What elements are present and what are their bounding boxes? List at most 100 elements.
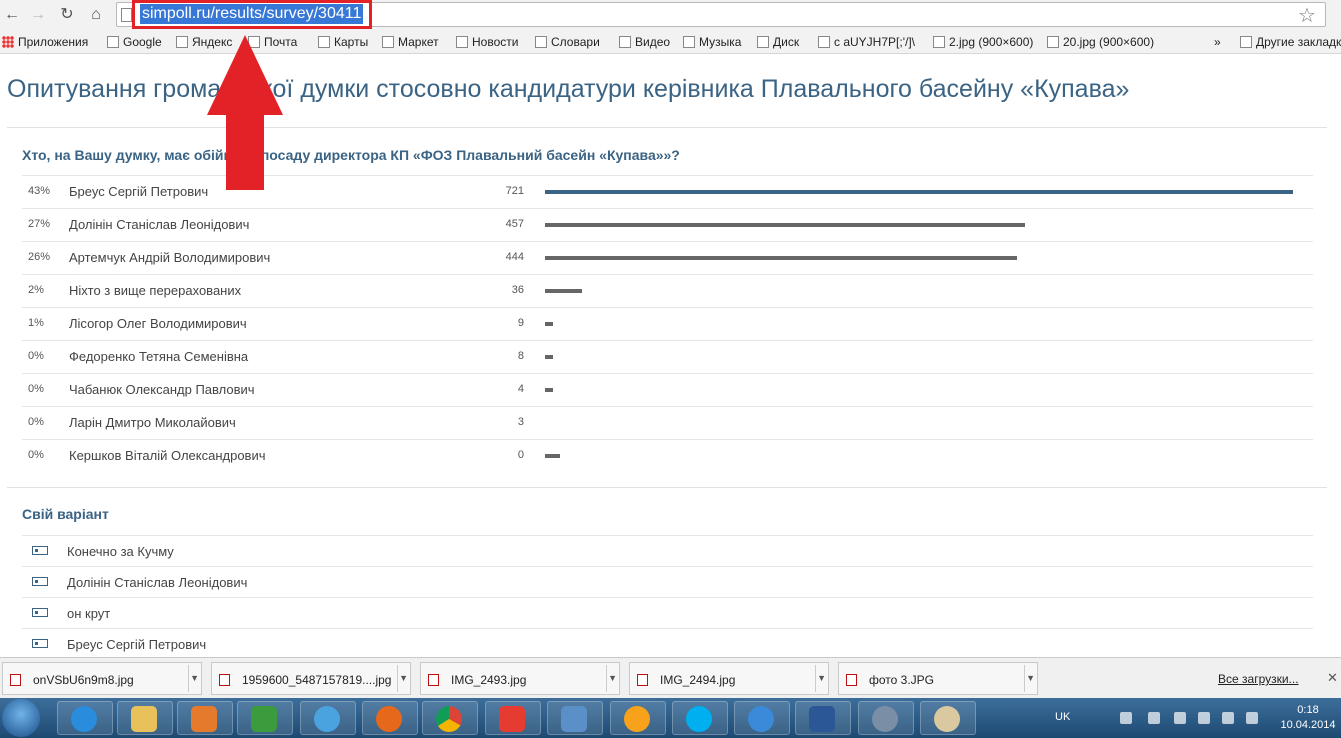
bookmark-label: Другие закладки xyxy=(1256,35,1341,49)
reload-icon[interactable]: ↻ xyxy=(57,5,77,25)
close-icon[interactable]: ✕ xyxy=(1327,670,1338,686)
bookmarks-bar: Приложения Google Яндекс Почта Карты Маркет Но… xyxy=(0,30,1341,54)
download-item[interactable]: 1959600_5487157819....jpg ▼ xyxy=(211,662,411,695)
candidate-name: Федоренко Тетяна Семенівна xyxy=(69,349,249,364)
chevron-down-icon[interactable]: ▼ xyxy=(190,673,199,683)
own-variant-text: Конечно за Кучму xyxy=(67,544,174,559)
yandex-browser-icon[interactable] xyxy=(485,701,541,735)
comment-icon xyxy=(32,608,48,617)
yandex-icon xyxy=(176,36,188,48)
skype-icon[interactable] xyxy=(672,701,728,735)
home-icon[interactable]: ⌂ xyxy=(86,5,106,25)
download-item[interactable]: IMG_2494.jpg ▼ xyxy=(629,662,829,695)
explorer-icon[interactable] xyxy=(117,701,173,735)
result-row: 27% Долінін Станіслав Леонідович 457 xyxy=(22,208,1313,241)
chevron-down-icon[interactable]: ▼ xyxy=(1026,673,1035,683)
folder-icon xyxy=(1240,36,1252,48)
signal-icon[interactable] xyxy=(1246,712,1258,724)
media-player-icon[interactable] xyxy=(177,701,233,735)
bookmark-label: Видео xyxy=(635,35,671,49)
result-percent: 2% xyxy=(28,284,44,296)
chrome-icon[interactable] xyxy=(422,701,478,735)
all-downloads-link[interactable]: Все загрузки... xyxy=(1218,672,1299,686)
word-icon[interactable] xyxy=(795,701,851,735)
result-bar xyxy=(545,355,553,359)
bookmark-item[interactable]: Словари xyxy=(535,35,600,49)
bookmark-label: Приложения xyxy=(18,35,89,49)
vote-count: 36 xyxy=(511,284,524,296)
facebook-icon xyxy=(818,36,830,48)
result-bar xyxy=(545,256,1017,260)
start-button[interactable] xyxy=(2,699,40,737)
network-tray-icon[interactable] xyxy=(1120,712,1132,724)
bookmark-label: с aUYJH7P[;'/]\ xyxy=(834,35,915,49)
paint-icon[interactable] xyxy=(920,701,976,735)
volume-icon[interactable] xyxy=(1222,712,1234,724)
bookmark-label: Карты xyxy=(334,35,369,49)
divider xyxy=(606,665,607,692)
result-row: 1% Лісогор Олег Володимирович 9 xyxy=(22,307,1313,340)
candidate-name: Кершков Віталій Олександрович xyxy=(69,448,266,463)
bookmark-item[interactable]: Google xyxy=(107,35,162,49)
bookmark-item[interactable]: Диск xyxy=(757,35,799,49)
own-variant-row: Долінін Станіслав Леонідович xyxy=(22,566,1313,597)
bookmark-item[interactable]: » xyxy=(1214,35,1221,49)
bookmark-star-icon[interactable]: ☆ xyxy=(1298,3,1316,28)
bookmark-item[interactable]: Карты xyxy=(318,35,368,49)
result-bar xyxy=(545,454,560,458)
bookmark-item[interactable]: Музыка xyxy=(683,35,741,49)
bookmark-label: 20.jpg (900×600) xyxy=(1063,35,1155,49)
usb-icon[interactable] xyxy=(1174,712,1186,724)
download-item[interactable]: фото 3.JPG ▼ xyxy=(838,662,1038,695)
ie-icon[interactable] xyxy=(57,701,113,735)
bookmark-label: Словари xyxy=(551,35,600,49)
settings-icon[interactable] xyxy=(858,701,914,735)
back-icon[interactable]: ← xyxy=(2,5,22,25)
mail-agent-icon[interactable] xyxy=(610,701,666,735)
image-file-icon xyxy=(428,674,439,686)
network-icon[interactable] xyxy=(300,701,356,735)
comment-icon xyxy=(32,639,48,648)
bookmark-item[interactable]: Приложения xyxy=(2,35,88,49)
own-variant-row: Конечно за Кучму xyxy=(22,535,1313,566)
own-variant-row: он крут xyxy=(22,597,1313,628)
bookmark-item[interactable]: Новости xyxy=(456,35,518,49)
bookmark-item[interactable]: с aUYJH7P[;'/]\ xyxy=(818,35,915,49)
forward-icon[interactable]: → xyxy=(28,5,48,25)
result-percent: 0% xyxy=(28,416,44,428)
music-icon xyxy=(683,36,695,48)
google-icon xyxy=(107,36,119,48)
news-icon xyxy=(456,36,468,48)
clock[interactable]: 0:18 10.04.2014 xyxy=(1278,703,1338,733)
up-arrow-icon[interactable] xyxy=(1148,712,1160,724)
chevron-down-icon[interactable]: ▼ xyxy=(817,673,826,683)
candidate-name: Ларін Дмитро Миколайович xyxy=(69,415,236,430)
chevron-down-icon[interactable]: ▼ xyxy=(608,673,617,683)
bookmark-item[interactable]: Маркет xyxy=(382,35,439,49)
question-title: Хто, на Вашу думку, має обіймати посаду … xyxy=(22,147,680,163)
speaker-icon[interactable] xyxy=(547,701,603,735)
bookmark-item[interactable]: Видео xyxy=(619,35,670,49)
result-row: 2% Ніхто з вище перерахованих 36 xyxy=(22,274,1313,307)
chevron-down-icon[interactable]: ▼ xyxy=(399,673,408,683)
download-item[interactable]: IMG_2493.jpg ▼ xyxy=(420,662,620,695)
bookmark-item[interactable]: 20.jpg (900×600) xyxy=(1047,35,1154,49)
bookmark-item[interactable]: Другие закладки xyxy=(1240,35,1341,49)
download-item[interactable]: onVSbU6n9m8.jpg ▼ xyxy=(2,662,202,695)
stocks-icon[interactable] xyxy=(237,701,293,735)
dictionary-icon xyxy=(535,36,547,48)
candidate-name: Долінін Станіслав Леонідович xyxy=(69,217,250,232)
flag-icon[interactable] xyxy=(1198,712,1210,724)
firefox-icon[interactable] xyxy=(362,701,418,735)
result-row: 0% Федоренко Тетяна Семенівна 8 xyxy=(22,340,1313,373)
bookmark-label: Музыка xyxy=(699,35,742,49)
language-indicator[interactable]: UK xyxy=(1055,711,1070,723)
vote-count: 9 xyxy=(517,317,524,329)
candidate-name: Ніхто з вище перерахованих xyxy=(69,283,242,298)
divider xyxy=(7,487,1327,488)
browser-toolbar: ← → ↻ ⌂ simpoll.ru/results/survey/30411 … xyxy=(0,0,1341,30)
itunes-icon[interactable] xyxy=(734,701,790,735)
comment-icon xyxy=(32,577,48,586)
bookmark-item[interactable]: 2.jpg (900×600) xyxy=(933,35,1033,49)
result-bar xyxy=(545,223,1025,227)
